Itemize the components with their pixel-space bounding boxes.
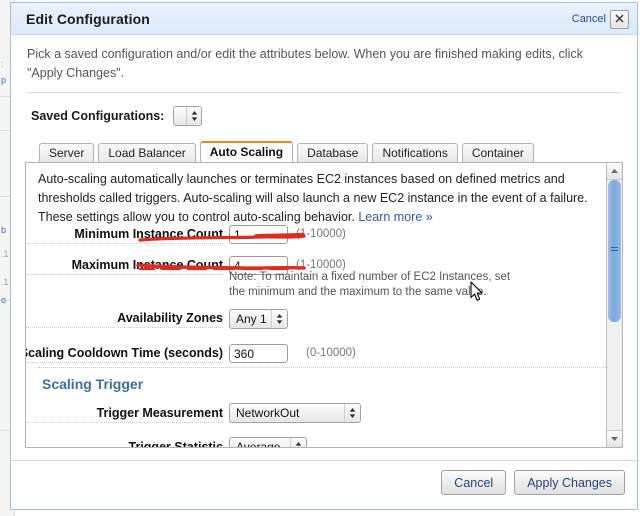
divider-footer	[11, 460, 637, 461]
field-row-scaling-cooldown-time: Scaling Cooldown Time (seconds) (0-10000…	[26, 344, 606, 368]
updown-chevrons-icon	[290, 438, 306, 447]
tab-container[interactable]: Container	[461, 143, 534, 163]
tab-database[interactable]: Database	[297, 143, 369, 163]
dialog-title: Edit Configuration	[26, 11, 150, 27]
dialog-intro-text: Pick a saved configuration and/or edit t…	[27, 47, 583, 80]
learn-more-link[interactable]: Learn more »	[358, 210, 432, 224]
auto-scaling-panel: Auto-scaling automatically launches or t…	[25, 162, 623, 448]
trigger-measurement-label: Trigger Measurement	[26, 406, 223, 423]
edit-configuration-dialog: Edit Configuration Cancel Pick a saved c…	[10, 2, 638, 510]
tab-server[interactable]: Server	[39, 143, 95, 163]
tab-notifications[interactable]: Notifications	[372, 143, 458, 163]
scrollbar-grip-icon	[611, 247, 618, 248]
availability-zones-value: Any 1	[236, 312, 267, 326]
cancel-button[interactable]: Cancel	[441, 470, 507, 495]
maximum-instance-count-note: Note: To maintain a fixed number of EC2 …	[229, 271, 511, 298]
updown-chevrons-icon	[270, 310, 287, 328]
field-row-minimum-instance-count: Minimum Instance Count (1-10000)	[26, 225, 606, 249]
scrollbar-thumb[interactable]	[608, 180, 621, 322]
scaling-cooldown-time-input[interactable]	[229, 344, 288, 363]
tab-bar: Server Load Balancer Auto Scaling Databa…	[39, 141, 538, 163]
field-row-trigger-statistic: Trigger Statistic Average	[26, 437, 606, 448]
field-row-trigger-measurement: Trigger Measurement NetworkOut	[26, 403, 606, 428]
minimum-instance-count-hint: (1-10000)	[296, 228, 346, 240]
scrollbar-down-icon[interactable]	[607, 430, 622, 447]
minimum-instance-count-input[interactable]	[229, 225, 288, 244]
scaling-cooldown-time-label: Scaling Cooldown Time (seconds)	[26, 346, 223, 363]
trigger-statistic-value: Average	[236, 440, 281, 448]
panel-scrollbar[interactable]	[606, 163, 622, 447]
scaling-trigger-heading: Scaling Trigger	[42, 376, 144, 392]
availability-zones-select[interactable]: Any 1	[229, 309, 288, 329]
dialog-footer: Cancel Apply Changes	[441, 470, 625, 495]
scrollbar-up-icon[interactable]	[607, 163, 622, 180]
minimum-instance-count-label: Minimum Instance Count	[26, 227, 223, 244]
auto-scaling-description-text: Auto-scaling automatically launches or t…	[38, 172, 588, 224]
trigger-measurement-value: NetworkOut	[236, 406, 300, 420]
maximum-instance-count-label: Maximum Instance Count	[26, 258, 223, 275]
saved-configurations-select[interactable]	[173, 106, 203, 126]
close-icon[interactable]	[610, 10, 629, 29]
trigger-statistic-label: Trigger Statistic	[26, 440, 223, 447]
trigger-statistic-select[interactable]: Average	[229, 437, 307, 448]
tab-load-balancer[interactable]: Load Balancer	[98, 143, 196, 163]
updown-chevrons-icon	[344, 404, 360, 422]
availability-zones-label: Availability Zones	[26, 311, 223, 328]
trigger-measurement-select[interactable]: NetworkOut	[229, 403, 361, 423]
saved-configurations-row: Saved Configurations:	[31, 106, 203, 126]
field-row-availability-zones: Availability Zones Any 1	[26, 309, 606, 333]
titlebar-cancel-link[interactable]: Cancel	[572, 13, 606, 25]
apply-changes-button[interactable]: Apply Changes	[514, 470, 625, 495]
scaling-cooldown-time-hint: (0-10000)	[306, 347, 356, 359]
updown-chevrons-icon	[185, 107, 201, 125]
divider-top	[27, 92, 621, 93]
dialog-titlebar: Edit Configuration Cancel	[11, 3, 637, 35]
tab-auto-scaling[interactable]: Auto Scaling	[199, 141, 294, 163]
divider-scaling-trigger	[38, 367, 608, 369]
auto-scaling-description: Auto-scaling automatically launches or t…	[38, 170, 610, 227]
saved-configurations-label: Saved Configurations:	[31, 109, 165, 123]
